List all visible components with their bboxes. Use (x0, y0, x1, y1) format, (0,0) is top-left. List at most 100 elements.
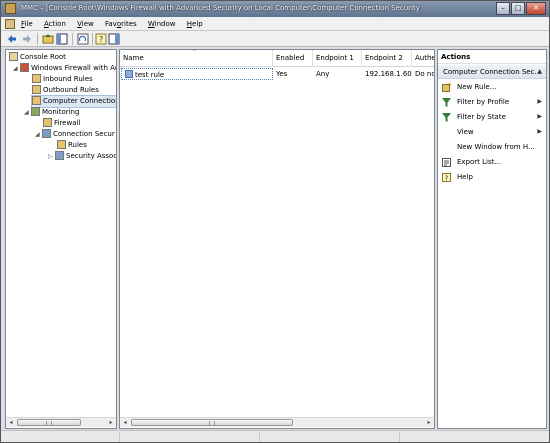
connection-security-icon (42, 129, 51, 138)
tree-item-rules[interactable]: Rules (57, 140, 87, 151)
tree-item-computer-connection-security[interactable]: Computer Connection (31, 95, 117, 108)
tree-item-inbound-rules[interactable]: Inbound Rules (32, 74, 93, 85)
collapse-caret-icon[interactable]: ▲ (537, 65, 542, 79)
window-controls: – □ ✕ (495, 2, 546, 16)
tree-item-windows-firewall[interactable]: ◢ Windows Firewall with Ac (13, 63, 117, 74)
action-label: Help (457, 173, 473, 181)
close-button[interactable]: ✕ (526, 2, 546, 15)
cell-enabled: Yes (276, 70, 288, 78)
actions-section-label: Computer Connection Sec... (443, 68, 542, 76)
submenu-arrow-icon: ▶ (537, 98, 542, 105)
toolbar-separator (72, 33, 73, 45)
status-segment (399, 432, 547, 442)
refresh-icon[interactable] (77, 33, 89, 45)
action-filter-by-profile[interactable]: Filter by Profile ▶ (438, 95, 546, 109)
sort-ascending-icon: ^ (192, 49, 198, 56)
column-header-enabled[interactable]: Enabled (273, 50, 313, 67)
tree-item-label: Windows Firewall with Ac (31, 64, 117, 72)
action-label: New Rule... (457, 83, 497, 91)
new-rule-icon (442, 82, 452, 92)
cell-endpoint-2: 192.168.1.60 (365, 70, 412, 78)
status-bar (1, 430, 549, 442)
rules-icon (57, 140, 66, 149)
mmc-window: MMC – [Console Root\Windows Firewall wit… (0, 0, 550, 443)
submenu-arrow-icon: ▶ (537, 128, 542, 135)
scroll-right-arrow-icon[interactable]: ▸ (424, 418, 434, 427)
menu-favorites-prefix: Fav (105, 20, 117, 28)
help-icon[interactable]: ? (95, 33, 107, 45)
maximize-button[interactable]: □ (511, 2, 525, 15)
expanded-triangle-icon[interactable]: ◢ (24, 107, 30, 118)
tree-item-label: Outbound Rules (43, 86, 99, 94)
column-header-label: Endpoint 1 (316, 54, 354, 62)
menu-view[interactable]: View (77, 20, 94, 28)
collapsed-triangle-icon[interactable]: ▷ (48, 151, 54, 162)
action-new-window-from-here[interactable]: New Window from H... (438, 140, 546, 154)
scroll-left-arrow-icon[interactable]: ◂ (120, 418, 130, 427)
column-header-endpoint-2[interactable]: Endpoint 2 (362, 50, 412, 67)
tree-item-outbound-rules[interactable]: Outbound Rules (32, 85, 99, 96)
connection-security-icon (32, 96, 41, 105)
tree-item-console-root[interactable]: Console Root (9, 52, 66, 63)
svg-text:?: ? (445, 175, 449, 183)
security-association-icon (55, 151, 64, 160)
table-row[interactable]: test rule Yes Any 192.168.1.60 Do no (120, 68, 434, 80)
cell-name[interactable]: test rule (121, 68, 273, 80)
system-menu-icon[interactable] (5, 19, 15, 29)
menu-action[interactable]: Action (44, 20, 66, 28)
tree-item-monitoring[interactable]: ◢ Monitoring (24, 107, 79, 118)
toolbar-separator (37, 33, 38, 45)
action-label: View (457, 128, 474, 136)
action-export-list[interactable]: Export List... (438, 155, 546, 169)
status-segment (259, 432, 399, 442)
menu-favorites[interactable]: Favorites (105, 20, 137, 28)
results-list-view[interactable]: Name ^ Enabled Endpoint 1 Endpoint 2 Aut… (119, 49, 435, 429)
actions-title: Actions (438, 50, 546, 64)
title-bar[interactable]: MMC – [Console Root\Windows Firewall wit… (1, 1, 549, 17)
console-tree[interactable]: Console Root ◢ Windows Firewall with Ac I… (5, 49, 117, 429)
export-list-icon (442, 158, 451, 167)
status-segment (119, 432, 259, 442)
menu-file[interactable]: File (21, 20, 33, 28)
scroll-right-arrow-icon[interactable]: ▸ (106, 418, 116, 427)
menu-window[interactable]: Window (148, 20, 176, 28)
column-header-endpoint-1[interactable]: Endpoint 1 (313, 50, 362, 67)
expanded-triangle-icon[interactable]: ◢ (13, 63, 19, 74)
inbound-rules-icon (32, 74, 41, 83)
tree-item-firewall[interactable]: Firewall (43, 118, 80, 129)
tree-item-label: Inbound Rules (43, 75, 93, 83)
forward-arrow-icon[interactable] (21, 33, 33, 45)
menu-favorites-suffix: rites (121, 20, 137, 28)
list-horizontal-scrollbar[interactable]: ◂ ▸ (120, 417, 434, 427)
action-help[interactable]: ? Help (438, 170, 546, 184)
scrollbar-thumb[interactable] (17, 419, 81, 426)
scroll-left-arrow-icon[interactable]: ◂ (6, 418, 16, 427)
column-header-label: Enabled (276, 54, 305, 62)
action-view[interactable]: View ▶ (438, 125, 546, 139)
tree-item-security-associations[interactable]: ▷ Security Assoc (48, 151, 116, 162)
tree-item-label: Rules (68, 141, 87, 149)
tree-item-label: Computer Connection (43, 97, 117, 105)
menu-help[interactable]: Help (187, 20, 203, 28)
minimize-button[interactable]: – (496, 2, 510, 15)
tree-horizontal-scrollbar[interactable]: ◂ ▸ (6, 417, 116, 427)
up-one-level-icon[interactable] (42, 33, 54, 45)
show-hide-console-tree-icon[interactable] (56, 33, 68, 45)
filter-icon (442, 98, 451, 107)
expanded-triangle-icon[interactable]: ◢ (35, 129, 41, 140)
tree-item-connection-security[interactable]: ◢ Connection Secur (35, 129, 115, 140)
cell-authentication: Do no (415, 70, 434, 78)
scrollbar-thumb[interactable] (131, 419, 293, 426)
column-header-label: Endpoint 2 (365, 54, 403, 62)
show-hide-action-pane-icon[interactable] (108, 33, 120, 45)
toolbar-separator (92, 33, 93, 45)
action-filter-by-state[interactable]: Filter by State ▶ (438, 110, 546, 124)
menu-window-access-key: W (147, 20, 155, 28)
actions-section-header[interactable]: Computer Connection Sec... ▲ (438, 65, 546, 79)
firewall-icon (20, 63, 29, 72)
tree-item-label: Console Root (20, 53, 66, 61)
action-new-rule[interactable]: New Rule... (438, 80, 546, 94)
back-arrow-icon[interactable] (6, 33, 18, 45)
toolbar: ? (1, 31, 549, 47)
column-header-authentication[interactable]: Authe (412, 50, 434, 67)
